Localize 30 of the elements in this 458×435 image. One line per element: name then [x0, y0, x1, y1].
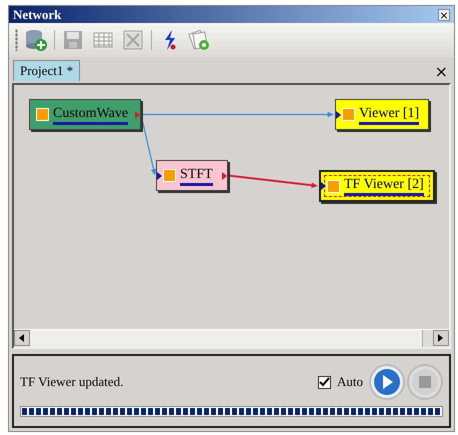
auto-label: Auto — [337, 374, 363, 390]
horizontal-scrollbar[interactable] — [14, 329, 449, 347]
auto-checkbox[interactable] — [318, 376, 331, 388]
node[interactable]: CustomWave — [29, 99, 141, 130]
node[interactable]: STFT — [156, 160, 228, 191]
scroll-left-button[interactable] — [14, 330, 30, 346]
node[interactable]: Viewer [1] — [335, 99, 429, 130]
status-message: TF Viewer updated. — [20, 374, 124, 390]
node-label: STFT — [180, 166, 213, 186]
node[interactable]: TF Viewer [2] — [319, 170, 435, 202]
database-add-icon[interactable] — [24, 28, 48, 52]
close-tab-button[interactable]: × — [432, 62, 450, 81]
node-label: Viewer [1] — [359, 104, 420, 124]
play-button[interactable] — [369, 364, 405, 400]
scroll-right-button[interactable] — [433, 330, 449, 346]
node-icon — [327, 180, 340, 192]
left-arrow-icon — [19, 334, 25, 342]
node-icon — [163, 169, 176, 182]
output-port-icon[interactable] — [222, 172, 227, 180]
close-button[interactable]: × — [438, 8, 450, 20]
pages-gear-icon[interactable] — [188, 28, 212, 52]
scrollbar-thumb[interactable] — [422, 330, 433, 347]
node-label: CustomWave — [53, 104, 128, 124]
node-label: TF Viewer [2] — [344, 176, 424, 196]
right-arrow-icon — [438, 334, 444, 342]
grip-icon — [15, 29, 18, 51]
window-title: Network — [13, 6, 62, 22]
tab[interactable]: Project1 * — [13, 60, 80, 81]
node-icon — [36, 108, 49, 121]
node-icon — [342, 108, 355, 121]
